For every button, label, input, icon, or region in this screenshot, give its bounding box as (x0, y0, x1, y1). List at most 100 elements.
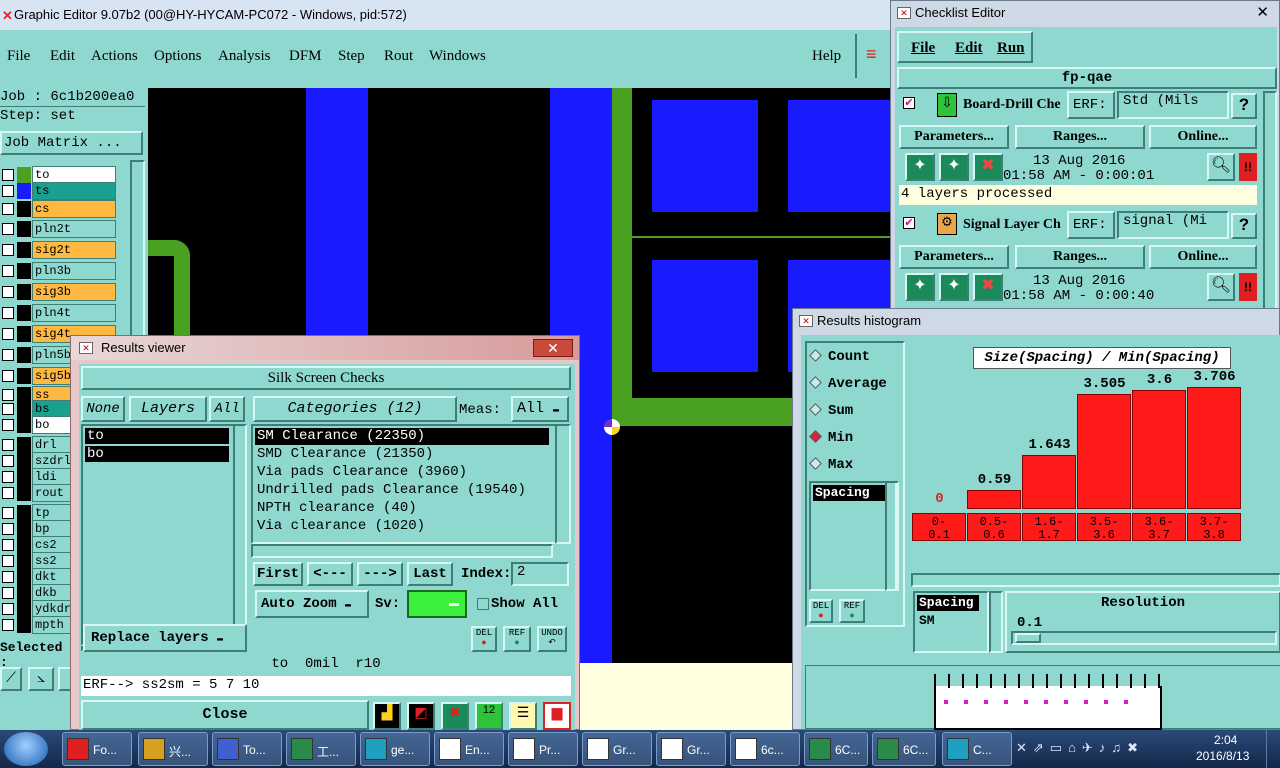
range-label[interactable]: 0.5- 0.6 (967, 513, 1021, 542)
layer-checkbox[interactable] (2, 223, 14, 235)
mode-radio[interactable]: Max (809, 457, 853, 473)
layer-checkbox[interactable] (2, 603, 14, 615)
layer-checkbox[interactable] (2, 471, 14, 483)
menu-rout[interactable]: Rout (384, 48, 413, 65)
viewer-layer-item[interactable]: bo (85, 446, 229, 462)
erf-button[interactable]: ERF: (1067, 211, 1115, 239)
layer-color-swatch[interactable] (17, 221, 31, 237)
taskbar-item[interactable]: Gr... (582, 732, 652, 766)
help-button[interactable]: ? (1231, 93, 1257, 119)
taskbar-item[interactable]: C... (942, 732, 1012, 766)
run-icon[interactable]: ✦ (905, 153, 935, 181)
layer-name[interactable]: ts (32, 182, 116, 200)
categories-button[interactable]: Categories (12) (253, 396, 457, 422)
checklist-menu-edit[interactable]: Edit (955, 40, 983, 57)
layer-name[interactable]: pln4t (32, 304, 116, 322)
layer-color-swatch[interactable] (17, 617, 31, 633)
layer-color-swatch[interactable] (17, 284, 31, 300)
layer-row[interactable]: pln3b (0, 262, 118, 280)
menu-options[interactable]: Options (154, 48, 202, 65)
run-selected-icon[interactable]: ✦ (939, 153, 969, 181)
taskbar-item[interactable]: En... (434, 732, 504, 766)
layer-name[interactable]: sig3b (32, 283, 116, 301)
category-item[interactable]: SMD Clearance (21350) (255, 446, 549, 463)
layer-color-swatch[interactable] (17, 201, 31, 217)
layer-checkbox[interactable] (2, 619, 14, 631)
layer-color-swatch[interactable] (17, 553, 31, 569)
layer-checkbox[interactable] (2, 307, 14, 319)
mode-radio[interactable]: Count (809, 349, 870, 365)
alert-icon[interactable]: !! (1239, 273, 1257, 301)
layer-color-swatch[interactable] (17, 401, 31, 417)
list-item[interactable]: Spacing (917, 595, 979, 611)
viewer-close-icon[interactable]: ✕ (533, 339, 573, 357)
histogram-bar[interactable] (1187, 387, 1241, 509)
tool-2-icon[interactable]: ⦣ (28, 667, 54, 691)
taskbar-item[interactable]: 6C... (872, 732, 936, 766)
layer-name[interactable]: pln2t (32, 220, 116, 238)
layer-color-swatch[interactable] (17, 453, 31, 469)
zoom-icon[interactable]: 🔍︎ (1207, 273, 1235, 301)
layer-color-swatch[interactable] (17, 469, 31, 485)
none-button[interactable]: None (81, 396, 125, 422)
layer-checkbox[interactable] (2, 203, 14, 215)
viewer-tool-2-icon[interactable]: ◩ (407, 702, 435, 730)
histogram-bar[interactable] (1077, 394, 1131, 509)
list-item[interactable]: Spacing (813, 485, 885, 501)
viewer-undo-button[interactable]: UNDO ↶ (537, 626, 567, 652)
layer-checkbox[interactable] (2, 523, 14, 535)
prev-button[interactable]: <--- (307, 562, 353, 586)
category-item[interactable]: Via clearance (1020) (255, 518, 549, 535)
stop-icon[interactable]: ✖ (973, 273, 1003, 301)
layer-list-scrollbar[interactable] (233, 424, 247, 652)
layer-checkbox[interactable] (2, 419, 14, 431)
checklist-scrollbar[interactable] (1263, 91, 1277, 311)
layer-name[interactable]: cs (32, 200, 116, 218)
viewer-del-button[interactable]: DEL ● (471, 626, 497, 652)
taskbar-item[interactable]: Gr... (656, 732, 726, 766)
taskbar-item[interactable]: 工... (286, 732, 356, 766)
layer-checkbox[interactable] (2, 507, 14, 519)
layer-row[interactable]: ts (0, 182, 118, 200)
layer-color-swatch[interactable] (17, 521, 31, 537)
layer-checkbox[interactable] (2, 439, 14, 451)
layer-row[interactable]: pln2t (0, 220, 118, 238)
layer-color-swatch[interactable] (17, 326, 31, 342)
layer-color-swatch[interactable] (17, 485, 31, 501)
taskbar-item[interactable]: To... (212, 732, 282, 766)
layer-color-swatch[interactable] (17, 601, 31, 617)
meas-select[interactable]: All ▬ (511, 396, 569, 422)
category-item[interactable]: NPTH clearance (40) (255, 500, 549, 517)
range-label[interactable]: 1.6- 1.7 (1022, 513, 1076, 542)
layer-checkbox[interactable] (2, 571, 14, 583)
layer-checkbox[interactable] (2, 185, 14, 197)
zoom-icon[interactable]: 🔍︎ (1207, 153, 1235, 181)
alert-icon[interactable]: !! (1239, 153, 1257, 181)
layer-color-swatch[interactable] (17, 167, 31, 183)
layer-row[interactable]: sig2t (0, 241, 118, 259)
taskbar-item[interactable]: 6c... (730, 732, 800, 766)
stop-icon[interactable]: ✖ (973, 153, 1003, 181)
taskbar-item[interactable]: ge... (360, 732, 430, 766)
resolution-slider[interactable] (1011, 631, 1277, 645)
tool-1-icon[interactable]: ⟋ (0, 667, 22, 691)
menu-help[interactable]: Help (812, 48, 841, 65)
taskbar-item[interactable]: Pr... (508, 732, 578, 766)
layer-color-swatch[interactable] (17, 305, 31, 321)
erf-value[interactable]: signal (Mi (1117, 211, 1229, 239)
first-button[interactable]: First (253, 562, 303, 586)
run-icon[interactable]: ✦ (905, 273, 935, 301)
viewer-ref-button[interactable]: REF ● (503, 626, 531, 652)
category-item[interactable]: Via pads Clearance (3960) (255, 464, 549, 481)
layer-color-swatch[interactable] (17, 585, 31, 601)
category-scrollbar[interactable] (555, 424, 571, 544)
mode-radio[interactable]: Sum (809, 403, 853, 419)
layer-name[interactable]: sig2t (32, 241, 116, 259)
layer-checkbox[interactable] (2, 370, 14, 382)
layer-checkbox[interactable] (2, 328, 14, 340)
last-button[interactable]: Last (407, 562, 453, 586)
histogram-bar[interactable] (1022, 455, 1076, 509)
ranges-button[interactable]: Ranges... (1015, 245, 1145, 269)
parameters-button[interactable]: Parameters... (899, 245, 1009, 269)
checklist-close-icon[interactable]: ✕ (1256, 1, 1269, 25)
